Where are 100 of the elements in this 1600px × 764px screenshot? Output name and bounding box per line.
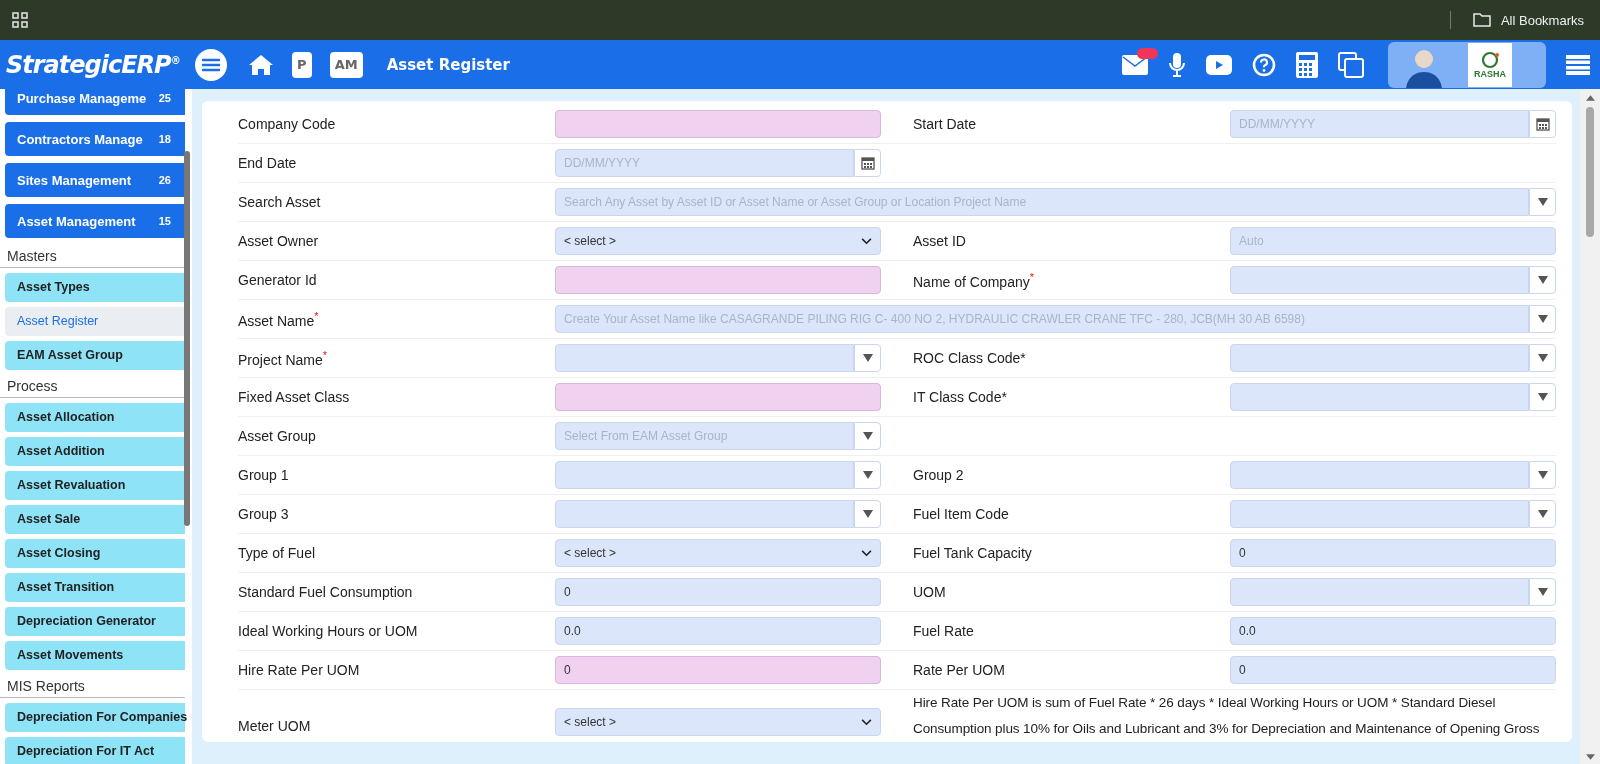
calendar-icon — [860, 156, 875, 170]
calendar-button[interactable] — [854, 149, 881, 177]
menu-icon[interactable] — [193, 47, 228, 82]
input-field[interactable]: 0 — [555, 578, 881, 606]
combo-field[interactable] — [1230, 578, 1529, 606]
dropdown-button[interactable] — [1529, 344, 1556, 372]
sidebar-item[interactable]: Depreciation For IT Act — [5, 737, 185, 764]
scrollbar-thumb[interactable] — [184, 151, 190, 526]
dropdown-button[interactable] — [1529, 578, 1556, 606]
field-label: Search Asset — [238, 194, 322, 210]
sidebar-item[interactable]: Asset Allocation — [5, 403, 185, 432]
help-icon[interactable] — [1252, 52, 1276, 77]
caret-down-icon — [1537, 354, 1548, 362]
microphone-icon[interactable] — [1168, 51, 1186, 78]
shortcut-button[interactable]: AM — [329, 51, 363, 78]
module-menu-item[interactable]: Asset Management 15 — [5, 204, 185, 238]
dropdown-button[interactable] — [854, 422, 881, 450]
scroll-down-icon[interactable] — [1585, 754, 1595, 760]
input-field[interactable]: 0 — [1230, 539, 1556, 567]
dropdown-button[interactable] — [854, 500, 881, 528]
field-label: Type of Fuel — [238, 545, 317, 561]
list-menu-icon[interactable] — [1566, 54, 1590, 75]
calculator-icon[interactable] — [1296, 51, 1318, 78]
video-play-icon[interactable] — [1206, 54, 1232, 75]
calendar-icon — [1535, 117, 1550, 131]
field-label: Standard Fuel Consumption — [238, 584, 414, 600]
field-label: Asset Owner — [238, 233, 320, 249]
module-menu-item[interactable]: Contractors Manage 18 — [5, 122, 185, 156]
scroll-up-icon[interactable] — [1585, 95, 1595, 101]
page-scrollbar-thumb[interactable] — [1586, 107, 1594, 237]
field-label: Fuel Tank Capacity — [913, 545, 1033, 561]
field-label: Start Date — [913, 116, 978, 132]
notification-badge — [1137, 47, 1158, 59]
combo-field[interactable] — [1230, 344, 1529, 372]
field-label: Project Name$^{*}$ — [238, 348, 329, 368]
sidebar-item[interactable]: EAM Asset Group — [5, 341, 185, 370]
sidebar-item[interactable]: Depreciation For Companies — [5, 703, 185, 732]
input-field[interactable] — [555, 383, 881, 411]
chevron-down-icon — [861, 237, 872, 245]
field-label: Name of Company$^{*}$ — [913, 270, 1035, 290]
combo-field[interactable] — [555, 344, 854, 372]
sidebar-item[interactable]: Asset Addition — [5, 437, 185, 466]
dropdown-button[interactable] — [854, 344, 881, 372]
dropdown-button[interactable] — [1529, 383, 1556, 411]
combo-field[interactable] — [1230, 266, 1529, 294]
module-menu-item[interactable]: Purchase Manageme 25 — [5, 89, 185, 115]
sidebar-item[interactable]: Asset Register — [5, 307, 185, 336]
sidebar-item[interactable]: Asset Movements — [5, 641, 185, 670]
sidebar-item[interactable]: Asset Revaluation — [5, 471, 185, 500]
chevron-down-icon — [861, 549, 872, 557]
shortcut-button[interactable]: P — [291, 51, 312, 78]
formula-note: Hire Rate Per UOM is sum of Fuel Rate * 26 days * Ideal Working Hours or UOM * Standard Diesel Consumption plus 10% for Oils and Lubricant and 3% for Depreciation and Maintenance of Opening Gross — [913, 694, 1541, 738]
dropdown-button[interactable] — [1529, 266, 1556, 294]
field-label: ROC Class Code* — [913, 350, 1027, 366]
combo-field[interactable] — [1230, 461, 1529, 489]
select-field[interactable]: < select > — [555, 708, 881, 736]
field-label: Asset ID — [913, 233, 967, 249]
sidebar-item[interactable]: Asset Closing — [5, 539, 185, 568]
combo-field[interactable] — [555, 461, 854, 489]
combo-field[interactable] — [1230, 383, 1529, 411]
field-label: Rate Per UOM — [913, 662, 1006, 678]
caret-down-icon — [862, 432, 873, 440]
input-field[interactable] — [555, 266, 881, 294]
mail-icon[interactable] — [1122, 54, 1148, 75]
sidebar-item[interactable]: Depreciation Generator — [5, 607, 185, 636]
combo-field[interactable] — [1230, 500, 1529, 528]
field-label: UOM — [913, 584, 947, 600]
caret-down-icon — [1537, 276, 1548, 284]
dropdown-button[interactable] — [854, 461, 881, 489]
input-field[interactable]: 0.0 — [555, 617, 881, 645]
calendar-button[interactable] — [1529, 110, 1556, 138]
dropdown-button[interactable] — [1529, 500, 1556, 528]
combo-field[interactable] — [555, 500, 854, 528]
dropdown-button[interactable] — [1529, 461, 1556, 489]
dropdown-button[interactable] — [1529, 188, 1556, 216]
input-field[interactable] — [555, 110, 881, 138]
all-bookmarks-link[interactable]: All Bookmarks — [1500, 12, 1584, 28]
sidebar-item[interactable]: Asset Transition — [5, 573, 185, 602]
select-field[interactable]: < select > — [555, 539, 881, 567]
copy-windows-icon[interactable] — [1338, 51, 1364, 78]
apps-grid-icon[interactable] — [12, 12, 28, 28]
input-field[interactable]: 0 — [1230, 656, 1556, 684]
company-logo-text: RASHA — [1474, 68, 1506, 79]
sidebar-item[interactable]: Asset Types — [5, 273, 185, 302]
select-field[interactable]: < select > — [555, 227, 881, 255]
caret-down-icon — [1537, 198, 1548, 206]
input-field[interactable]: 0.0 — [1230, 617, 1556, 645]
field-label: Hire Rate Per UOM — [238, 662, 361, 678]
caret-down-icon — [862, 354, 873, 362]
home-icon[interactable] — [247, 53, 274, 76]
sidebar-item[interactable]: Asset Sale — [5, 505, 185, 534]
logo-mark-icon — [1480, 50, 1500, 69]
field-label: Company Code — [238, 116, 337, 132]
caret-down-icon — [1537, 393, 1548, 401]
input-field[interactable]: 0 — [555, 656, 881, 684]
profile-card[interactable]: RASHA — [1388, 41, 1546, 88]
field-label: Asset Name$^{*}$ — [238, 309, 320, 329]
module-menu-item[interactable]: Sites Management 26 — [5, 163, 185, 197]
app-logo[interactable]: StrategicERP$^{®}$ — [6, 50, 180, 79]
dropdown-button[interactable] — [1529, 305, 1556, 333]
